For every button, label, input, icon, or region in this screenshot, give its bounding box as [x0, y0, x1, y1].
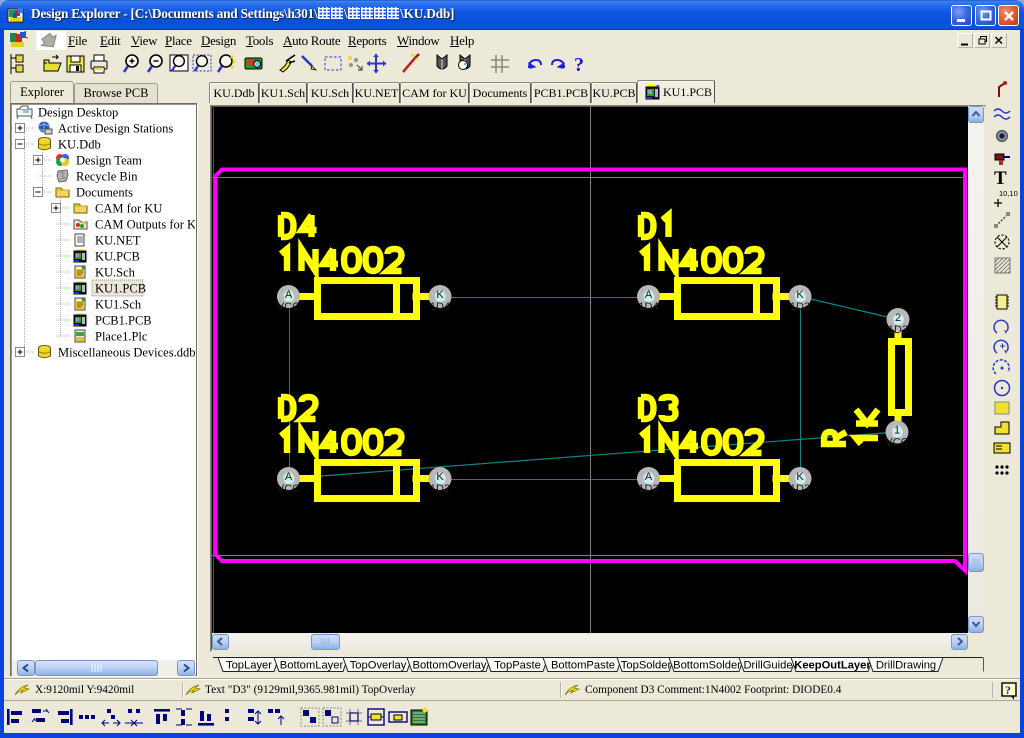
svg-text:KU1.PCB: KU1.PCB	[95, 282, 146, 296]
svg-text:VCC: VCC	[277, 301, 300, 313]
svg-text:CAM for KU: CAM for KU	[95, 202, 162, 216]
svg-text:1: 1	[894, 425, 900, 437]
svg-text:Miscellaneous Devices.ddb: Miscellaneous Devices.ddb	[58, 346, 195, 360]
svg-text:KU.PCB: KU.PCB	[95, 250, 140, 264]
svg-text:?: ?	[574, 54, 584, 76]
svg-text:DrillGuide: DrillGuide	[743, 659, 792, 671]
svg-text:BottomSolder: BottomSolder	[673, 659, 741, 671]
svg-text:K: K	[436, 471, 444, 483]
svg-text:K: K	[796, 471, 804, 483]
svg-text:A: A	[645, 471, 653, 483]
svg-text:KU.Ddb: KU.Ddb	[58, 138, 101, 152]
svg-text:1D4: 1D4	[430, 301, 450, 313]
svg-text:1D3: 1D3	[888, 324, 908, 336]
svg-text:TopOverlay: TopOverlay	[350, 659, 407, 671]
svg-text:Design Team: Design Team	[76, 154, 142, 168]
svg-text:K: K	[796, 289, 804, 301]
svg-text:BottomOverlay: BottomOverlay	[413, 659, 487, 671]
svg-text:VCC: VCC	[885, 437, 908, 449]
svg-text:Place1.Plc: Place1.Plc	[95, 330, 148, 344]
svg-text:KeepOutLayer: KeepOutLayer	[794, 659, 871, 671]
svg-text:DrillDrawing: DrillDrawing	[876, 659, 936, 671]
svg-text:KU.NET: KU.NET	[95, 234, 141, 248]
svg-text:TopPaste: TopPaste	[494, 659, 541, 671]
svg-text:1D3: 1D3	[790, 483, 810, 495]
svg-text:A: A	[285, 471, 293, 483]
svg-text:KU1.Sch: KU1.Sch	[95, 298, 142, 312]
svg-text:T: T	[994, 168, 1007, 189]
svg-text:Documents: Documents	[76, 186, 133, 200]
svg-text:KU.Sch: KU.Sch	[95, 266, 136, 280]
svg-text:Recycle Bin: Recycle Bin	[76, 170, 138, 184]
svg-text:K: K	[436, 289, 444, 301]
svg-text:TopLayer: TopLayer	[226, 659, 272, 671]
svg-text:Design Desktop: Design Desktop	[38, 106, 118, 120]
svg-text:1D2: 1D2	[430, 483, 450, 495]
svg-text:A: A	[285, 289, 293, 301]
svg-text:2: 2	[895, 312, 901, 324]
svg-text:?: ?	[1005, 683, 1011, 697]
svg-text:A: A	[645, 289, 653, 301]
svg-text:BottomLayer: BottomLayer	[280, 659, 344, 671]
svg-text:1D2: 1D2	[638, 483, 658, 495]
svg-text:1D3: 1D3	[790, 301, 810, 313]
svg-text:TopSolder: TopSolder	[621, 659, 672, 671]
svg-text:BottomPaste: BottomPaste	[551, 659, 615, 671]
svg-text:Active Design Stations: Active Design Stations	[58, 122, 173, 136]
svg-text:VCC: VCC	[277, 483, 300, 495]
svg-text:10,10: 10,10	[999, 189, 1018, 198]
svg-text:1D4: 1D4	[638, 301, 658, 313]
svg-text:PCB1.PCB: PCB1.PCB	[95, 314, 152, 328]
svg-text:CAM Outputs for KU: CAM Outputs for KU	[95, 218, 195, 232]
